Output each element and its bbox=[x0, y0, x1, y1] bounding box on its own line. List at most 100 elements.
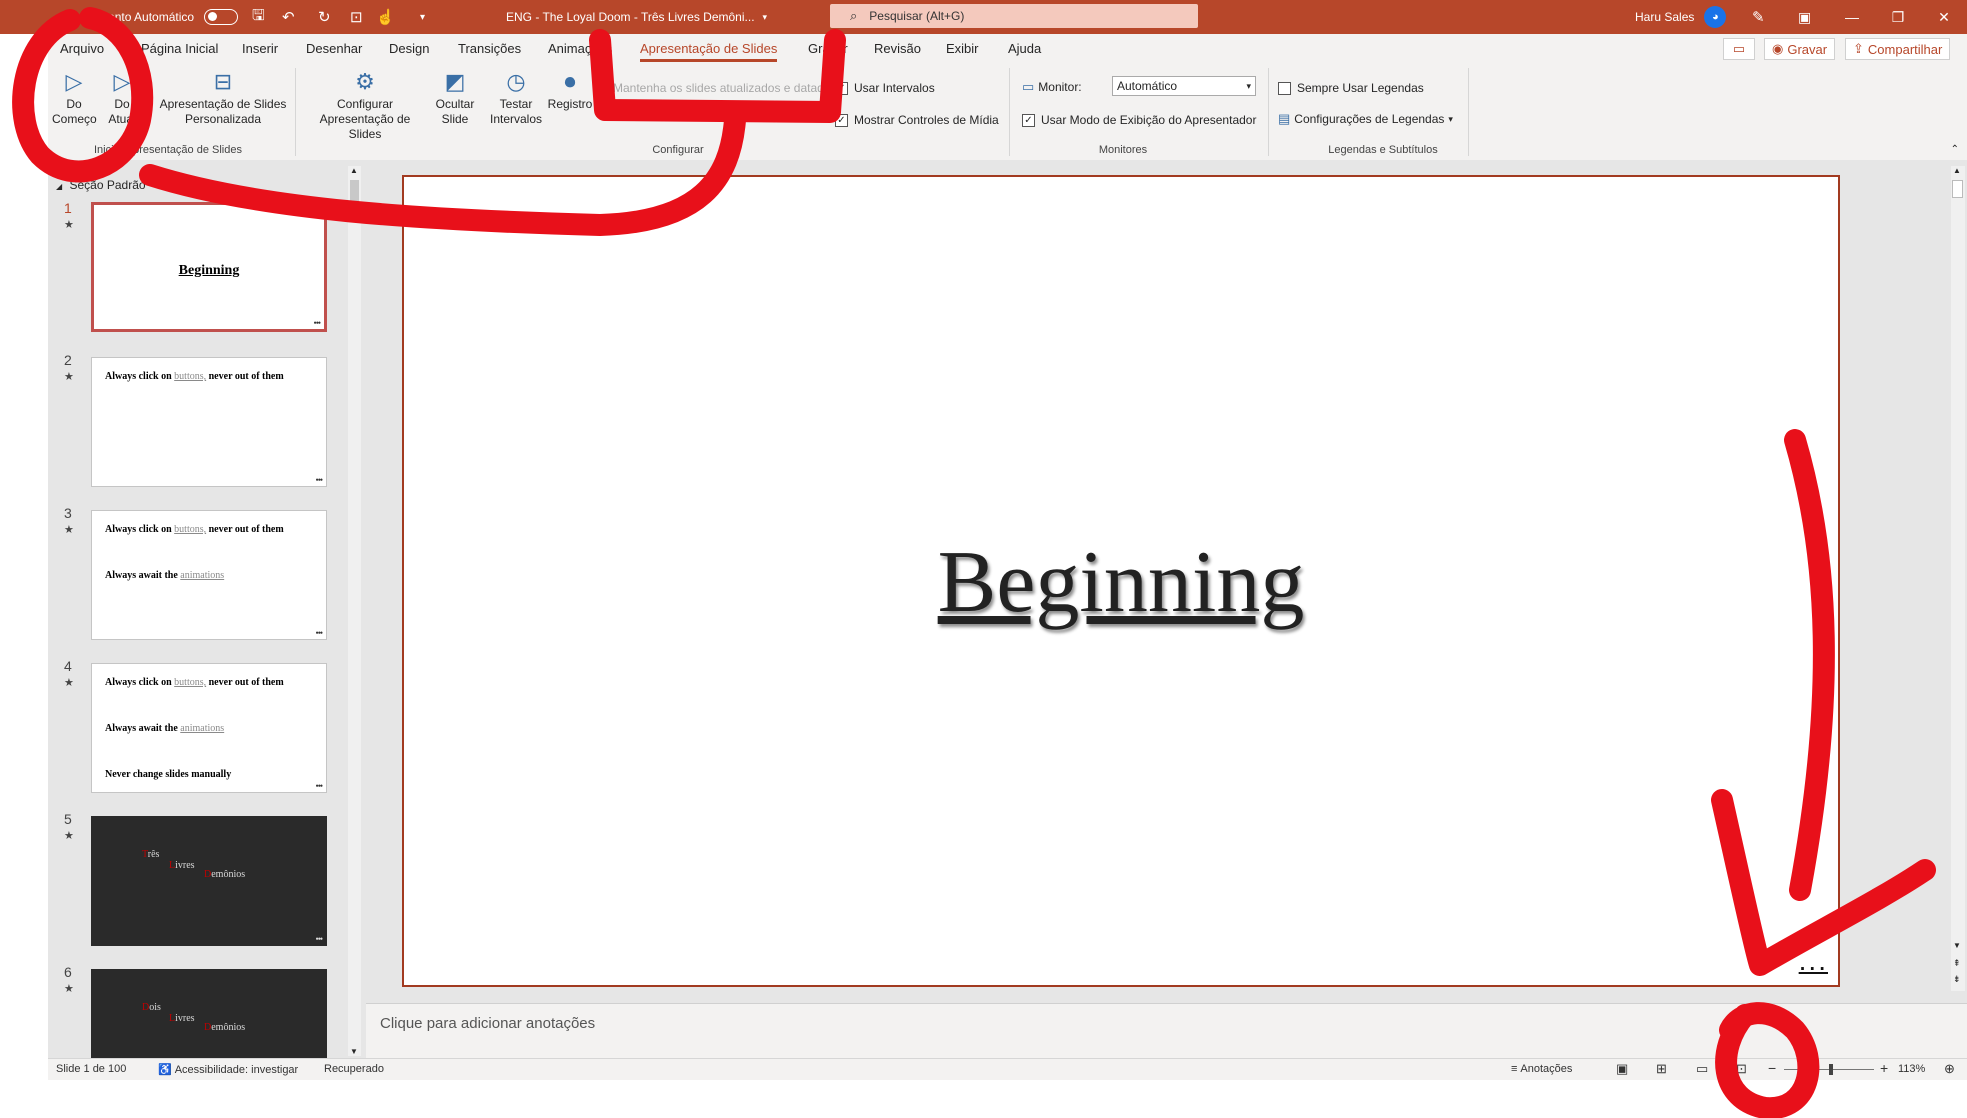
avatar[interactable]: ◕ bbox=[1704, 6, 1727, 28]
slide-dots-button[interactable]: ... bbox=[1799, 945, 1828, 977]
next-slide-icon[interactable]: ⇟ bbox=[1953, 974, 1961, 985]
tab-file[interactable]: Arquivo bbox=[60, 41, 104, 56]
collapse-ribbon-icon[interactable]: ⌃ bbox=[1951, 144, 1959, 155]
slide-thumbnail-5[interactable]: Três Livres Demônios ••• bbox=[91, 816, 327, 946]
thumbnails-scrollbar[interactable]: ▲ ▼ bbox=[348, 166, 361, 1056]
slide-thumbnail-3[interactable]: Always click on buttons, never out of th… bbox=[91, 510, 327, 640]
transition-star-icon: ★ bbox=[64, 219, 74, 231]
scroll-thumb[interactable] bbox=[350, 180, 359, 210]
tab-view[interactable]: Exibir bbox=[946, 41, 979, 56]
slide-thumbnail-6[interactable]: Dois Livres Demônios bbox=[91, 969, 327, 1058]
always-captions-checkbox[interactable]: Sempre Usar Legendas bbox=[1278, 81, 1424, 95]
from-beginning-button[interactable]: ▷ Do Começo bbox=[52, 70, 97, 127]
record-slideshow-button[interactable]: ⏺ Registro bbox=[540, 70, 600, 112]
presenter-view-box: ✓ bbox=[1022, 113, 1035, 127]
use-timings-checkbox[interactable]: ✓ Usar Intervalos bbox=[835, 81, 935, 95]
zoom-out-icon[interactable]: − bbox=[1768, 1060, 1776, 1076]
dark-text: emônios bbox=[211, 1022, 246, 1033]
autosave-toggle[interactable] bbox=[204, 9, 239, 25]
custom-show-button[interactable]: ⊟ Apresentação de Slides Personalizada bbox=[158, 70, 288, 127]
media-controls-box: ✓ bbox=[835, 113, 848, 127]
transition-star-icon: ★ bbox=[64, 983, 74, 995]
caption-settings-icon: ▤ bbox=[1278, 111, 1291, 126]
normal-view-icon[interactable]: ▣ bbox=[1616, 1061, 1628, 1077]
current-slide[interactable]: Beginning ... bbox=[402, 175, 1840, 987]
start-group-label: Iniciar Apresentação de Slides bbox=[94, 144, 242, 156]
user-name[interactable]: Haru Sales bbox=[1635, 10, 1694, 24]
search-box[interactable]: ⌕ Pesquisar (Alt+G) bbox=[830, 4, 1198, 28]
hide-slide-button[interactable]: ◩ Ocultar Slide bbox=[428, 70, 482, 127]
accessibility-status[interactable]: ♿ Acessibilidade: investigar bbox=[158, 1063, 298, 1076]
slide-thumbnails-pane: ◢ Seção Padrão 1 ★ Beginning ••• 2 ★ Alw… bbox=[48, 160, 366, 1058]
previous-slide-icon[interactable]: ⇞ bbox=[1953, 958, 1961, 969]
play-from-current-icon: ▷ bbox=[113, 69, 131, 94]
document-title[interactable]: ENG - The Loyal Doom - Três Livres Demôn… bbox=[506, 10, 755, 24]
customize-toolbar-icon[interactable]: ▾ bbox=[420, 12, 425, 23]
rehearse-timings-button[interactable]: ◷ Testar Intervalos bbox=[486, 70, 546, 127]
redo-icon[interactable]: ↻ bbox=[318, 8, 331, 26]
reading-view-icon[interactable]: ▭ bbox=[1696, 1061, 1708, 1077]
share-icon: ⇪ bbox=[1853, 41, 1864, 56]
ribbon-display-icon[interactable]: ▣ bbox=[1798, 9, 1811, 26]
tab-insert[interactable]: Inserir bbox=[242, 41, 278, 56]
slide-number: 4 bbox=[64, 658, 72, 674]
editor-scrollbar[interactable]: ▲ ▼ ⇞ ⇟ bbox=[1951, 166, 1965, 991]
minimize-icon[interactable]: — bbox=[1829, 0, 1875, 34]
tab-help[interactable]: Ajuda bbox=[1008, 41, 1041, 56]
zoom-slider-knob[interactable] bbox=[1828, 1064, 1833, 1075]
restore-icon[interactable]: ❐ bbox=[1875, 0, 1921, 34]
keep-updated-checkbox[interactable]: Mantenha os slides atualizados e datados bbox=[594, 81, 836, 95]
undo-icon[interactable]: ↶ bbox=[282, 8, 295, 26]
setup-show-button[interactable]: ⚙ Configurar Apresentação de Slides bbox=[302, 70, 428, 142]
dark-text: rês bbox=[147, 849, 160, 860]
record-dot-icon: ◉ bbox=[1772, 41, 1784, 56]
desktop-background bbox=[0, 1080, 1967, 1118]
scroll-down-icon[interactable]: ▼ bbox=[350, 1047, 358, 1056]
notes-pane[interactable]: Clique para adicionar anotações bbox=[366, 1003, 1967, 1059]
slide-title[interactable]: Beginning bbox=[404, 532, 1838, 633]
close-icon[interactable]: ✕ bbox=[1921, 0, 1967, 34]
record-button[interactable]: ◉ Gravar bbox=[1764, 38, 1836, 60]
tab-draw[interactable]: Desenhar bbox=[306, 41, 362, 56]
tab-slideshow[interactable]: Apresentação de Slides bbox=[640, 41, 778, 62]
tab-animations[interactable]: Animações bbox=[548, 41, 612, 56]
slide-thumbnail-2[interactable]: Always click on buttons, never out of th… bbox=[91, 357, 327, 487]
slide-thumbnail-4[interactable]: Always click on buttons, never out of th… bbox=[91, 663, 327, 793]
monitor-select[interactable]: Automático ▾ bbox=[1112, 76, 1256, 96]
present-icon[interactable]: ⊡ bbox=[350, 8, 363, 26]
title-bar: Salvamento Automático 🖫 ↶ ↻ ⊡ ☝ ▾ ENG - … bbox=[0, 0, 1967, 34]
scroll-up-icon[interactable]: ▲ bbox=[1953, 166, 1961, 175]
thumb-text: Always await the bbox=[105, 723, 181, 734]
scroll-thumb[interactable] bbox=[1952, 180, 1963, 198]
notes-toggle-button[interactable]: ≡ Anotações bbox=[1511, 1063, 1572, 1075]
slide-sorter-icon[interactable]: ⊞ bbox=[1656, 1061, 1667, 1077]
presenter-view-checkbox[interactable]: ✓ Usar Modo de Exibição do Apresentador bbox=[1022, 113, 1256, 127]
group-separator bbox=[1009, 68, 1010, 156]
title-dropdown-icon[interactable]: ▾ bbox=[763, 12, 768, 23]
fit-to-window-icon[interactable]: ⊕ bbox=[1944, 1061, 1955, 1077]
pen-icon[interactable]: ✎ bbox=[1752, 8, 1765, 26]
share-button[interactable]: ⇪ Compartilhar bbox=[1845, 38, 1951, 60]
media-controls-checkbox[interactable]: ✓ Mostrar Controles de Mídia bbox=[835, 113, 999, 127]
tab-transitions[interactable]: Transições bbox=[458, 41, 521, 56]
slideshow-view-icon[interactable]: ⊡ bbox=[1736, 1061, 1747, 1077]
chevron-down-icon: ▾ bbox=[1448, 113, 1453, 124]
slide-counter[interactable]: Slide 1 de 100 bbox=[56, 1063, 126, 1075]
thumb-text: Always click on bbox=[105, 677, 175, 688]
zoom-in-icon[interactable]: + bbox=[1880, 1060, 1888, 1076]
slide-thumbnail-1[interactable]: Beginning ••• bbox=[91, 202, 327, 332]
scroll-up-icon[interactable]: ▲ bbox=[350, 166, 358, 175]
thumb-dots-icon: ••• bbox=[313, 318, 322, 328]
comments-button[interactable]: ▭ bbox=[1723, 38, 1755, 60]
touch-mode-icon[interactable]: ☝ bbox=[376, 8, 395, 26]
from-current-button[interactable]: ▷ Do Atual bbox=[104, 70, 140, 127]
tab-review[interactable]: Revisão bbox=[874, 41, 921, 56]
tab-home[interactable]: Página Inicial bbox=[141, 41, 218, 56]
scroll-down-icon[interactable]: ▼ bbox=[1953, 941, 1961, 950]
caption-settings-button[interactable]: ▤ Configurações de Legendas ▾ bbox=[1278, 111, 1453, 127]
tab-record[interactable]: Gravar bbox=[808, 41, 848, 56]
save-icon[interactable]: 🖫 bbox=[252, 5, 265, 30]
section-header[interactable]: ◢ Seção Padrão bbox=[56, 178, 146, 192]
tab-design[interactable]: Design bbox=[389, 41, 429, 56]
zoom-level[interactable]: 113% bbox=[1898, 1063, 1925, 1075]
